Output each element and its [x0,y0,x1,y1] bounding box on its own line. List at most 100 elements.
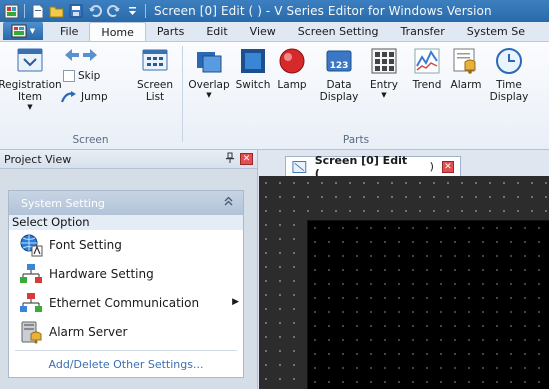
qat-separator [145,4,146,18]
quick-access-toolbar [0,3,148,20]
screen-group: Registration Item ▼ Skip Jump Screen Lis… [0,42,181,149]
parts-group-label: Parts [342,134,370,146]
font-setting-icon [20,234,43,256]
lamp-icon [279,48,305,74]
project-view-title: Project View [4,152,72,166]
select-option-label: Select Option [9,215,243,230]
close-icon[interactable]: ✕ [240,153,253,165]
tab-file[interactable]: File [49,22,89,41]
window-title: Screen [0] Edit ( ) - V Series Editor fo… [154,4,492,18]
system-setting-title: System Setting [21,196,105,210]
divider [15,350,237,351]
alarm-server-item[interactable]: Alarm Server [9,317,243,346]
skip-checkbox[interactable]: Skip [63,70,100,82]
checkbox-icon [63,70,75,82]
trend-button[interactable]: Trend [409,46,445,91]
time-display-label: Time Display [489,79,529,103]
system-setting-header[interactable]: System Setting [9,191,243,215]
document-tab-suffix: ) [429,160,434,173]
alarm-label: Alarm [450,79,482,91]
tab-screen-setting[interactable]: Screen Setting [287,22,390,41]
save-icon[interactable] [67,3,84,20]
chevron-down-icon: ▼ [29,27,36,35]
hardware-setting-label: Hardware Setting [49,266,154,281]
hardware-setting-icon [20,263,42,283]
registration-item-label: Registration Item [0,79,62,103]
ribbon: Registration Item ▼ Skip Jump Screen Lis… [0,42,549,150]
screen-group-label: Screen [72,134,109,146]
chevron-down-icon: ▼ [381,91,387,99]
tab-parts[interactable]: Parts [146,22,195,41]
new-file-icon[interactable] [29,3,46,20]
hardware-setting-item[interactable]: Hardware Setting [9,259,243,288]
overlap-button[interactable]: Overlap ▼ [187,46,231,99]
undo-icon[interactable] [86,3,103,20]
trend-label: Trend [412,79,442,91]
collapse-icon[interactable] [224,196,233,209]
alarm-server-label: Alarm Server [49,324,128,339]
project-view-header: Project View ✕ [0,150,257,169]
screen-doc-icon [292,160,307,173]
add-delete-settings-link[interactable]: Add/Delete Other Settings... [9,358,243,371]
submenu-arrow-icon: ▶ [232,297,239,307]
registration-item-icon [17,48,43,72]
tab-home[interactable]: Home [89,22,146,41]
chevron-down-icon: ▼ [206,91,212,99]
font-setting-label: Font Setting [49,237,122,252]
arrow-left-right-icon [65,49,97,61]
ethernet-communication-item[interactable]: Ethernet Communication ▶ [9,288,243,317]
parts-group: Overlap ▼ Switch Lamp 123 Data Display E… [183,42,549,149]
title-bar: Screen [0] Edit ( ) - V Series Editor fo… [0,0,549,22]
tab-transfer[interactable]: Transfer [389,22,455,41]
jump-button[interactable]: Jump [60,90,108,104]
tab-system-setting[interactable]: System Se [456,22,536,41]
customize-toolbar-icon[interactable] [124,3,141,20]
entry-button[interactable]: Entry ▼ [367,46,401,99]
entry-keypad-icon [371,48,397,74]
overlap-icon [197,52,222,73]
previous-next-button[interactable] [63,46,99,64]
jump-label: Jump [81,91,108,103]
switch-icon [241,49,265,73]
trend-graph-icon [414,48,440,74]
lamp-button[interactable]: Lamp [276,46,308,91]
close-icon[interactable]: ✕ [441,160,454,173]
data-display-label: Data Display [319,79,359,103]
alarm-button[interactable]: Alarm [448,46,484,91]
document-tab[interactable]: Screen [0] Edit ( ) ✕ [285,154,461,180]
data-display-icon-text: 123 [329,61,349,71]
switch-label: Switch [235,79,271,91]
jump-arrow-icon [60,91,76,103]
editor-canvas[interactable] [259,176,549,389]
screen-list-button[interactable]: Screen List [134,46,176,103]
screen-list-icon [142,49,168,71]
app-logo-icon[interactable] [3,3,20,20]
chevron-down-icon: ▼ [27,103,33,111]
ethernet-icon [20,292,42,312]
tab-view[interactable]: View [239,22,287,41]
switch-button[interactable]: Switch [235,46,271,91]
data-display-button[interactable]: 123 Data Display [316,46,362,103]
open-folder-icon[interactable] [48,3,65,20]
font-setting-item[interactable]: Font Setting [9,230,243,259]
screen-list-label: Screen List [136,79,174,103]
entry-label: Entry [370,79,398,91]
ethernet-communication-label: Ethernet Communication [49,295,200,310]
editor-area: Screen [0] Edit ( ) ✕ [259,150,549,389]
qat-separator [24,4,25,18]
overlap-label: Overlap [188,79,230,91]
alarm-server-icon [21,321,42,343]
time-display-button[interactable]: Time Display [487,46,531,103]
redo-icon[interactable] [105,3,122,20]
tab-edit[interactable]: Edit [195,22,238,41]
project-view-panel: Project View ✕ System Setting Select Opt… [0,150,258,389]
lamp-label: Lamp [277,79,307,91]
alarm-bell-icon [453,48,476,74]
clock-icon [496,48,522,74]
registration-item-button[interactable]: Registration Item ▼ [0,46,62,111]
screen-canvas[interactable] [307,220,549,389]
skip-label: Skip [78,70,101,82]
application-menu-button[interactable]: ▼ [3,22,43,40]
pin-icon[interactable] [225,152,235,166]
menu-bar: ▼ File Home Parts Edit View Screen Setti… [0,22,549,42]
